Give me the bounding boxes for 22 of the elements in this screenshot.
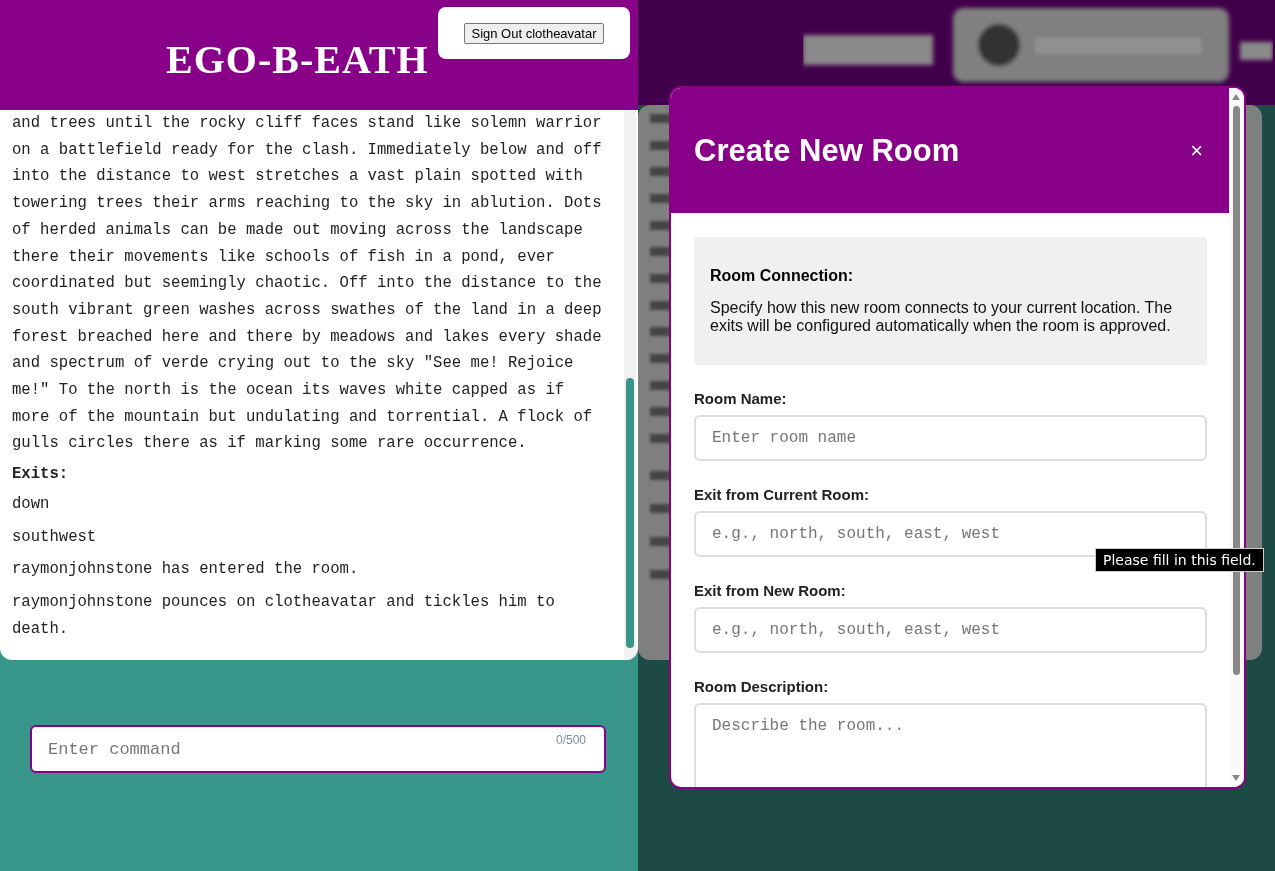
close-button[interactable]: × bbox=[1186, 137, 1207, 164]
exit-item: down bbox=[12, 493, 51, 515]
info-heading: Room Connection: bbox=[710, 267, 855, 285]
field-label: Exit from Current Room: bbox=[694, 486, 869, 503]
message: raymonjohnstone has entered the room. bbox=[12, 559, 360, 581]
dialog-title: Create New Room bbox=[694, 132, 960, 169]
validation-tooltip: Please fill in this field. bbox=[1095, 548, 1264, 572]
exits-heading: Exits: bbox=[12, 464, 70, 486]
message: raymonjohnstone pounces on clotheavatar and tickles him to death. bbox=[12, 591, 556, 640]
info-text: Specify how this new room connects to your current location. The exits will be configured automatically when the room is approved. bbox=[710, 299, 1174, 335]
sign-out-button[interactable]: Sign Out clotheavatar bbox=[464, 23, 604, 44]
input-field[interactable]: e.g., north, south, east, west bbox=[694, 607, 1207, 653]
scrollbar[interactable] bbox=[624, 110, 636, 660]
input-field[interactable]: Enter room name bbox=[694, 415, 1207, 461]
exit-item: southwest bbox=[12, 526, 98, 548]
room-description: and trees until the rocky cliff faces stand like solemn warrior on a battlefield ready for the clash. Immediately below and off into the distance to west stretches a vast plain spotted with towering trees their arms reaching to the sky in ablution. Dots of herded animals can be made out moving across the landscape there their movements like schools of fish in a pond, ever coordinated but seemingly chaotic. Off into the distance to the south vibrant green washes across swathes of the land in a deep forest breached here and there by meadows and lakes every shade and spectrum of verde crying out to the sky "See me! Rejoice me!" To the north is the ocean its waves white capped as if more of the mountain but undulating and torrential. A flock of gulls circles there as if marking some rare occurrence. bbox=[12, 113, 603, 455]
description-field[interactable]: Describe the room... bbox=[694, 703, 1207, 787]
logo: EGO-B-EATH bbox=[166, 36, 429, 83]
field-label: Exit from New Room: bbox=[694, 582, 846, 599]
character-counter: 0/500 bbox=[555, 733, 586, 747]
field-label: Room Description: bbox=[694, 678, 829, 695]
field-label: Room Name: bbox=[694, 390, 787, 407]
